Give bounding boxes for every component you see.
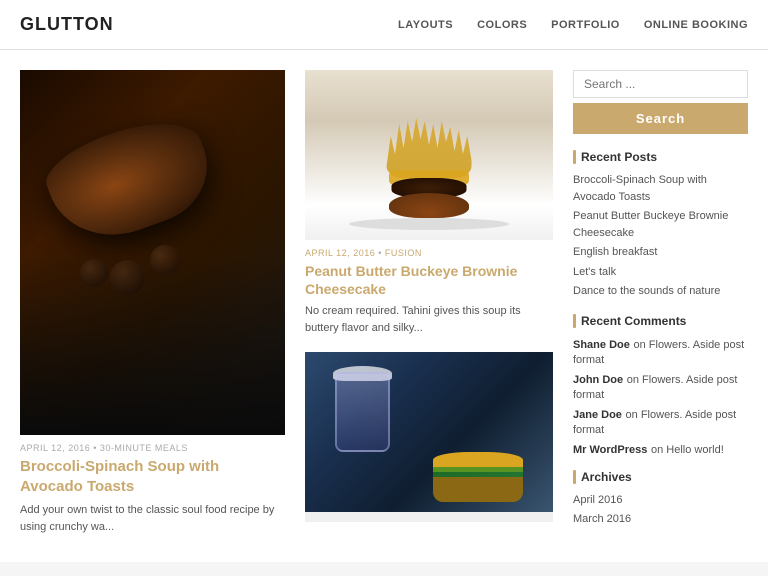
beer-cup — [335, 372, 390, 452]
center-post-meta: APRIL 12, 2016 • FUSION — [305, 248, 553, 258]
recent-post-1[interactable]: Broccoli-Spinach Soup with Avocado Toast… — [573, 172, 748, 205]
burger-topping — [387, 118, 472, 178]
center-post-top-image[interactable] — [305, 70, 553, 240]
burger-bun-bottom — [389, 193, 469, 218]
center-post-top: APRIL 12, 2016 • FUSION Peanut Butter Bu… — [305, 70, 553, 336]
archives-section: Archives April 2016 March 2016 — [573, 470, 748, 528]
main-nav: LAYOUTS COLORS PORTFOLIO ONLINE BOOKING — [398, 19, 748, 31]
archive-march[interactable]: March 2016 — [573, 511, 748, 528]
center-post-top-excerpt: No cream required. Tahini gives this sou… — [305, 303, 553, 336]
comment-4-text: on Hello world! — [651, 444, 724, 456]
recent-post-2[interactable]: Peanut Butter Buckeye Brownie Cheesecake — [573, 208, 748, 241]
comment-3-author: Jane Doe — [573, 409, 622, 421]
archives-title: Archives — [573, 470, 748, 484]
search-input[interactable] — [573, 70, 748, 98]
recent-comments-title: Recent Comments — [573, 314, 748, 328]
featured-img-bg — [20, 70, 285, 435]
nav-colors[interactable]: COLORS — [477, 19, 527, 31]
comment-2: John Doe on Flowers. Aside post format — [573, 371, 748, 401]
recent-post-5[interactable]: Dance to the sounds of nature — [573, 283, 748, 300]
comment-1-author: Shane Doe — [573, 339, 630, 351]
site-header: GLUTTON LAYOUTS COLORS PORTFOLIO ONLINE … — [0, 0, 768, 50]
post-category: FUSION — [385, 248, 422, 258]
nav-booking[interactable]: ONLINE BOOKING — [644, 19, 748, 31]
recent-post-3[interactable]: English breakfast — [573, 244, 748, 261]
main-content: APRIL 12, 2016 • 30-MINUTE MEALS Broccol… — [0, 50, 768, 562]
center-post-top-title[interactable]: Peanut Butter Buckeye Brownie Cheesecake — [305, 262, 553, 298]
dark-overlay — [20, 255, 285, 435]
comment-2-author: John Doe — [573, 374, 623, 386]
site-logo: GLUTTON — [20, 14, 114, 35]
featured-post-title[interactable]: Broccoli-Spinach Soup with Avocado Toast… — [20, 457, 285, 496]
comment-3: Jane Doe on Flowers. Aside post format — [573, 406, 748, 436]
nav-portfolio[interactable]: PORTFOLIO — [551, 19, 620, 31]
nav-layouts[interactable]: LAYOUTS — [398, 19, 453, 31]
comment-4-author: Mr WordPress — [573, 444, 647, 456]
comment-4: Mr WordPress on Hello world! — [573, 441, 748, 456]
search-button[interactable]: Search — [573, 103, 748, 134]
featured-post-meta: APRIL 12, 2016 • 30-MINUTE MEALS — [20, 443, 285, 453]
comment-1: Shane Doe on Flowers. Aside post format — [573, 336, 748, 366]
post-date: APRIL 12, 2016 — [305, 248, 375, 258]
croissant-shape — [38, 106, 223, 255]
center-column: APRIL 12, 2016 • FUSION Peanut Butter Bu… — [305, 70, 553, 542]
sandwich-bread — [433, 477, 523, 502]
center-post-bottom-image[interactable] — [305, 352, 553, 522]
featured-post-image[interactable] — [20, 70, 285, 435]
burger-plate — [349, 218, 509, 230]
recent-posts-title: Recent Posts — [573, 150, 748, 164]
featured-post-excerpt: Add your own twist to the classic soul f… — [20, 502, 285, 535]
beer-img-bg — [305, 352, 553, 512]
recent-post-4[interactable]: Let's talk — [573, 264, 748, 281]
burger-img-bg — [305, 70, 553, 240]
recent-comments-section: Recent Comments Shane Doe on Flowers. As… — [573, 314, 748, 456]
right-sidebar: Search Recent Posts Broccoli-Spinach Sou… — [573, 70, 748, 542]
archive-april[interactable]: April 2016 — [573, 492, 748, 509]
featured-post-column: APRIL 12, 2016 • 30-MINUTE MEALS Broccol… — [20, 70, 285, 542]
sandwich-wrap — [433, 442, 533, 502]
recent-posts-section: Recent Posts Broccoli-Spinach Soup with … — [573, 150, 748, 300]
center-post-bottom — [305, 352, 553, 522]
